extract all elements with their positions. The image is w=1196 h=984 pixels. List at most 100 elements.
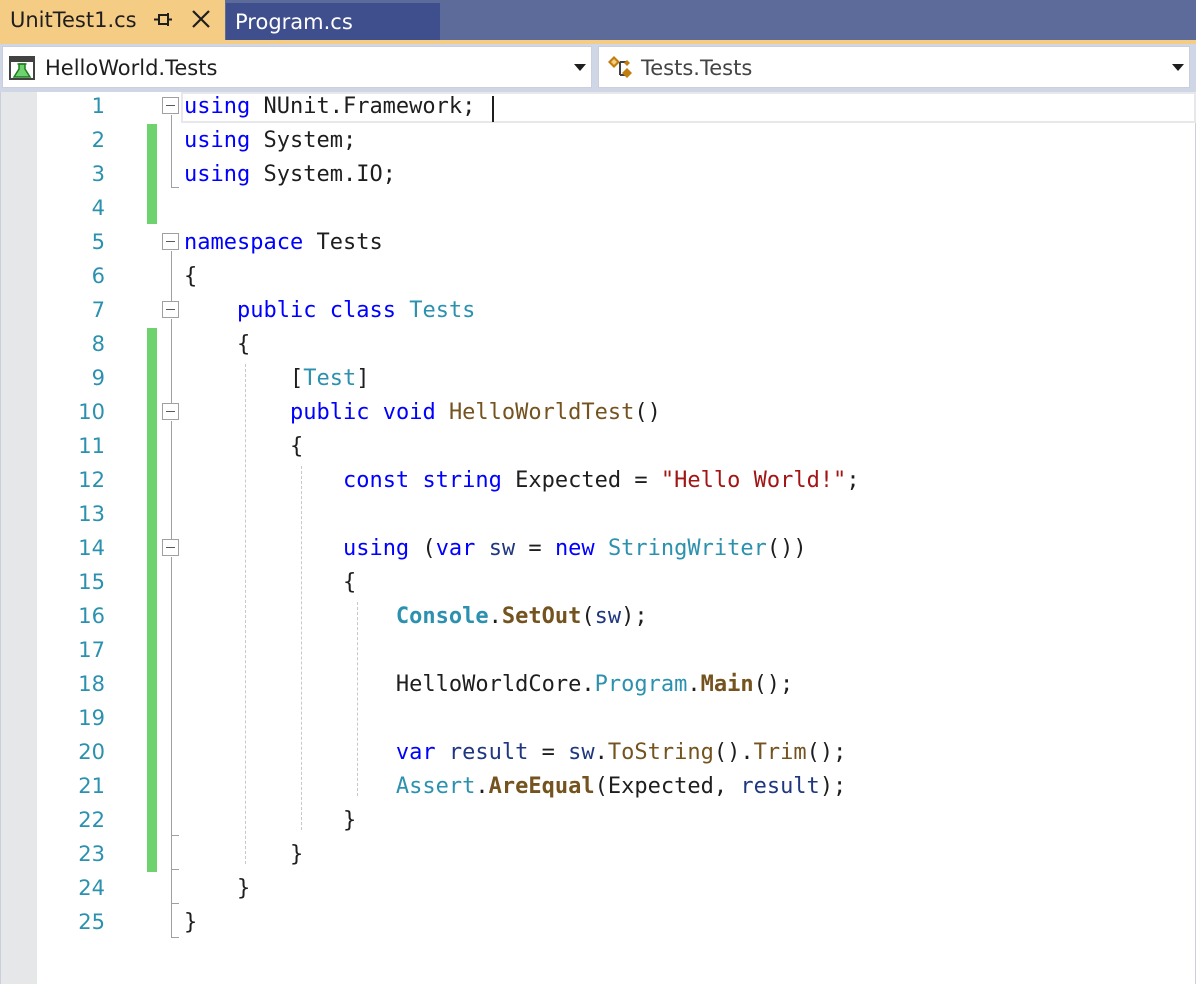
code-token: System.IO; [250, 162, 396, 187]
line-number: 18 [78, 672, 105, 696]
code-token: result [740, 774, 820, 799]
code-token: using [184, 162, 251, 187]
code-line: 11 { [1, 432, 1196, 466]
code-token: sw [488, 536, 516, 561]
code-text[interactable]: } [184, 910, 197, 935]
code-token: } [184, 876, 251, 901]
code-text[interactable]: Assert.AreEqual(Expected, result); [184, 774, 846, 799]
code-token: . [475, 774, 489, 799]
line-number: 24 [78, 876, 105, 900]
code-token: ; [846, 468, 860, 493]
code-token: Trim [753, 740, 807, 765]
code-token: System; [250, 128, 357, 153]
code-token: Expected = [501, 468, 661, 493]
code-token: { [184, 570, 357, 595]
code-line: 8 { [1, 330, 1196, 364]
code-token: result [448, 740, 529, 765]
type-dropdown[interactable]: Tests.Tests [598, 46, 1190, 88]
code-token: using [184, 128, 251, 153]
code-token: . [687, 672, 701, 697]
code-token: } [184, 808, 357, 833]
code-line: 1 using NUnit.Framework; [1, 92, 1196, 126]
code-line: 4 [1, 194, 1196, 228]
code-text[interactable]: using System; [184, 128, 356, 153]
tab-unittest1[interactable]: UnitTest1.cs [0, 0, 225, 40]
line-number: 3 [91, 162, 105, 186]
code-token: . [594, 740, 608, 765]
code-token: = [515, 536, 555, 561]
code-text[interactable]: var result = sw.ToString().Trim(); [184, 740, 846, 765]
code-token: { [184, 434, 304, 459]
code-line: 13 [1, 500, 1196, 534]
project-dropdown[interactable]: HelloWorld.Tests [2, 46, 592, 88]
code-text[interactable]: Console.SetOut(sw); [184, 604, 648, 629]
chevron-down-icon[interactable] [574, 64, 586, 71]
code-line: 19 [1, 704, 1196, 738]
line-number: 17 [78, 638, 105, 662]
code-line: 10 public void HelloWorldTest() [1, 398, 1196, 432]
line-number: 7 [91, 298, 105, 322]
code-token: var [435, 536, 476, 561]
code-text[interactable]: } [184, 876, 250, 901]
code-token: ( [581, 604, 595, 629]
code-text[interactable]: { [184, 332, 250, 357]
code-text[interactable]: } [184, 842, 303, 867]
document-tab-strip: UnitTest1.cs Program.cs [0, 0, 1196, 44]
line-number: 14 [78, 536, 105, 560]
line-number: 5 [91, 230, 105, 254]
code-line: 18 HelloWorldCore.Program.Main(); [1, 670, 1196, 704]
code-token: void [382, 400, 436, 425]
code-text[interactable]: HelloWorldCore.Program.Main(); [184, 672, 793, 697]
code-text[interactable]: { [184, 264, 197, 289]
code-token: . [488, 604, 502, 629]
code-text[interactable]: using NUnit.Framework; [184, 94, 475, 119]
line-number: 12 [78, 468, 105, 492]
code-editor[interactable]: 1 using NUnit.Framework; 2 using System; 3… [0, 92, 1196, 984]
close-icon[interactable] [189, 7, 213, 31]
code-token: ( [409, 536, 436, 561]
code-text[interactable]: { [184, 570, 356, 595]
code-token: StringWriter [607, 536, 767, 561]
code-token: sw [568, 740, 595, 765]
line-number: 19 [78, 706, 105, 730]
code-text[interactable]: public void HelloWorldTest() [184, 400, 661, 425]
line-number: 15 [78, 570, 105, 594]
code-line: 3 using System.IO; [1, 160, 1196, 194]
code-token: (). [713, 740, 754, 765]
code-text[interactable]: using (var sw = new StringWriter()) [184, 536, 807, 561]
code-text[interactable]: using System.IO; [184, 162, 396, 187]
code-token: class [329, 298, 396, 323]
tab-program[interactable]: Program.cs [226, 3, 440, 40]
code-line: 6{ [1, 262, 1196, 296]
text-caret [492, 96, 494, 122]
pin-icon[interactable] [152, 9, 174, 31]
code-line: 14 using (var sw = new StringWriter()) [1, 534, 1196, 568]
code-text[interactable]: } [184, 808, 356, 833]
code-token: { [184, 332, 251, 357]
code-text[interactable]: namespace Tests [184, 230, 383, 255]
code-text[interactable]: [Test] [184, 366, 370, 391]
code-token: [ [184, 366, 304, 391]
code-text[interactable]: public class Tests [184, 298, 475, 323]
code-token: "Hello World!" [660, 468, 847, 493]
line-number: 9 [91, 366, 105, 390]
project-label: HelloWorld.Tests [45, 56, 218, 80]
chevron-down-icon[interactable] [1172, 64, 1184, 71]
code-token: ()) [766, 536, 807, 561]
code-line: 17 [1, 636, 1196, 670]
class-icon [608, 56, 632, 78]
code-text[interactable]: { [184, 434, 303, 459]
code-token: Test [303, 366, 357, 391]
code-text[interactable]: const string Expected = "Hello World!"; [184, 468, 860, 493]
code-line: 9 [Test] [1, 364, 1196, 398]
code-line: 24 } [1, 874, 1196, 908]
